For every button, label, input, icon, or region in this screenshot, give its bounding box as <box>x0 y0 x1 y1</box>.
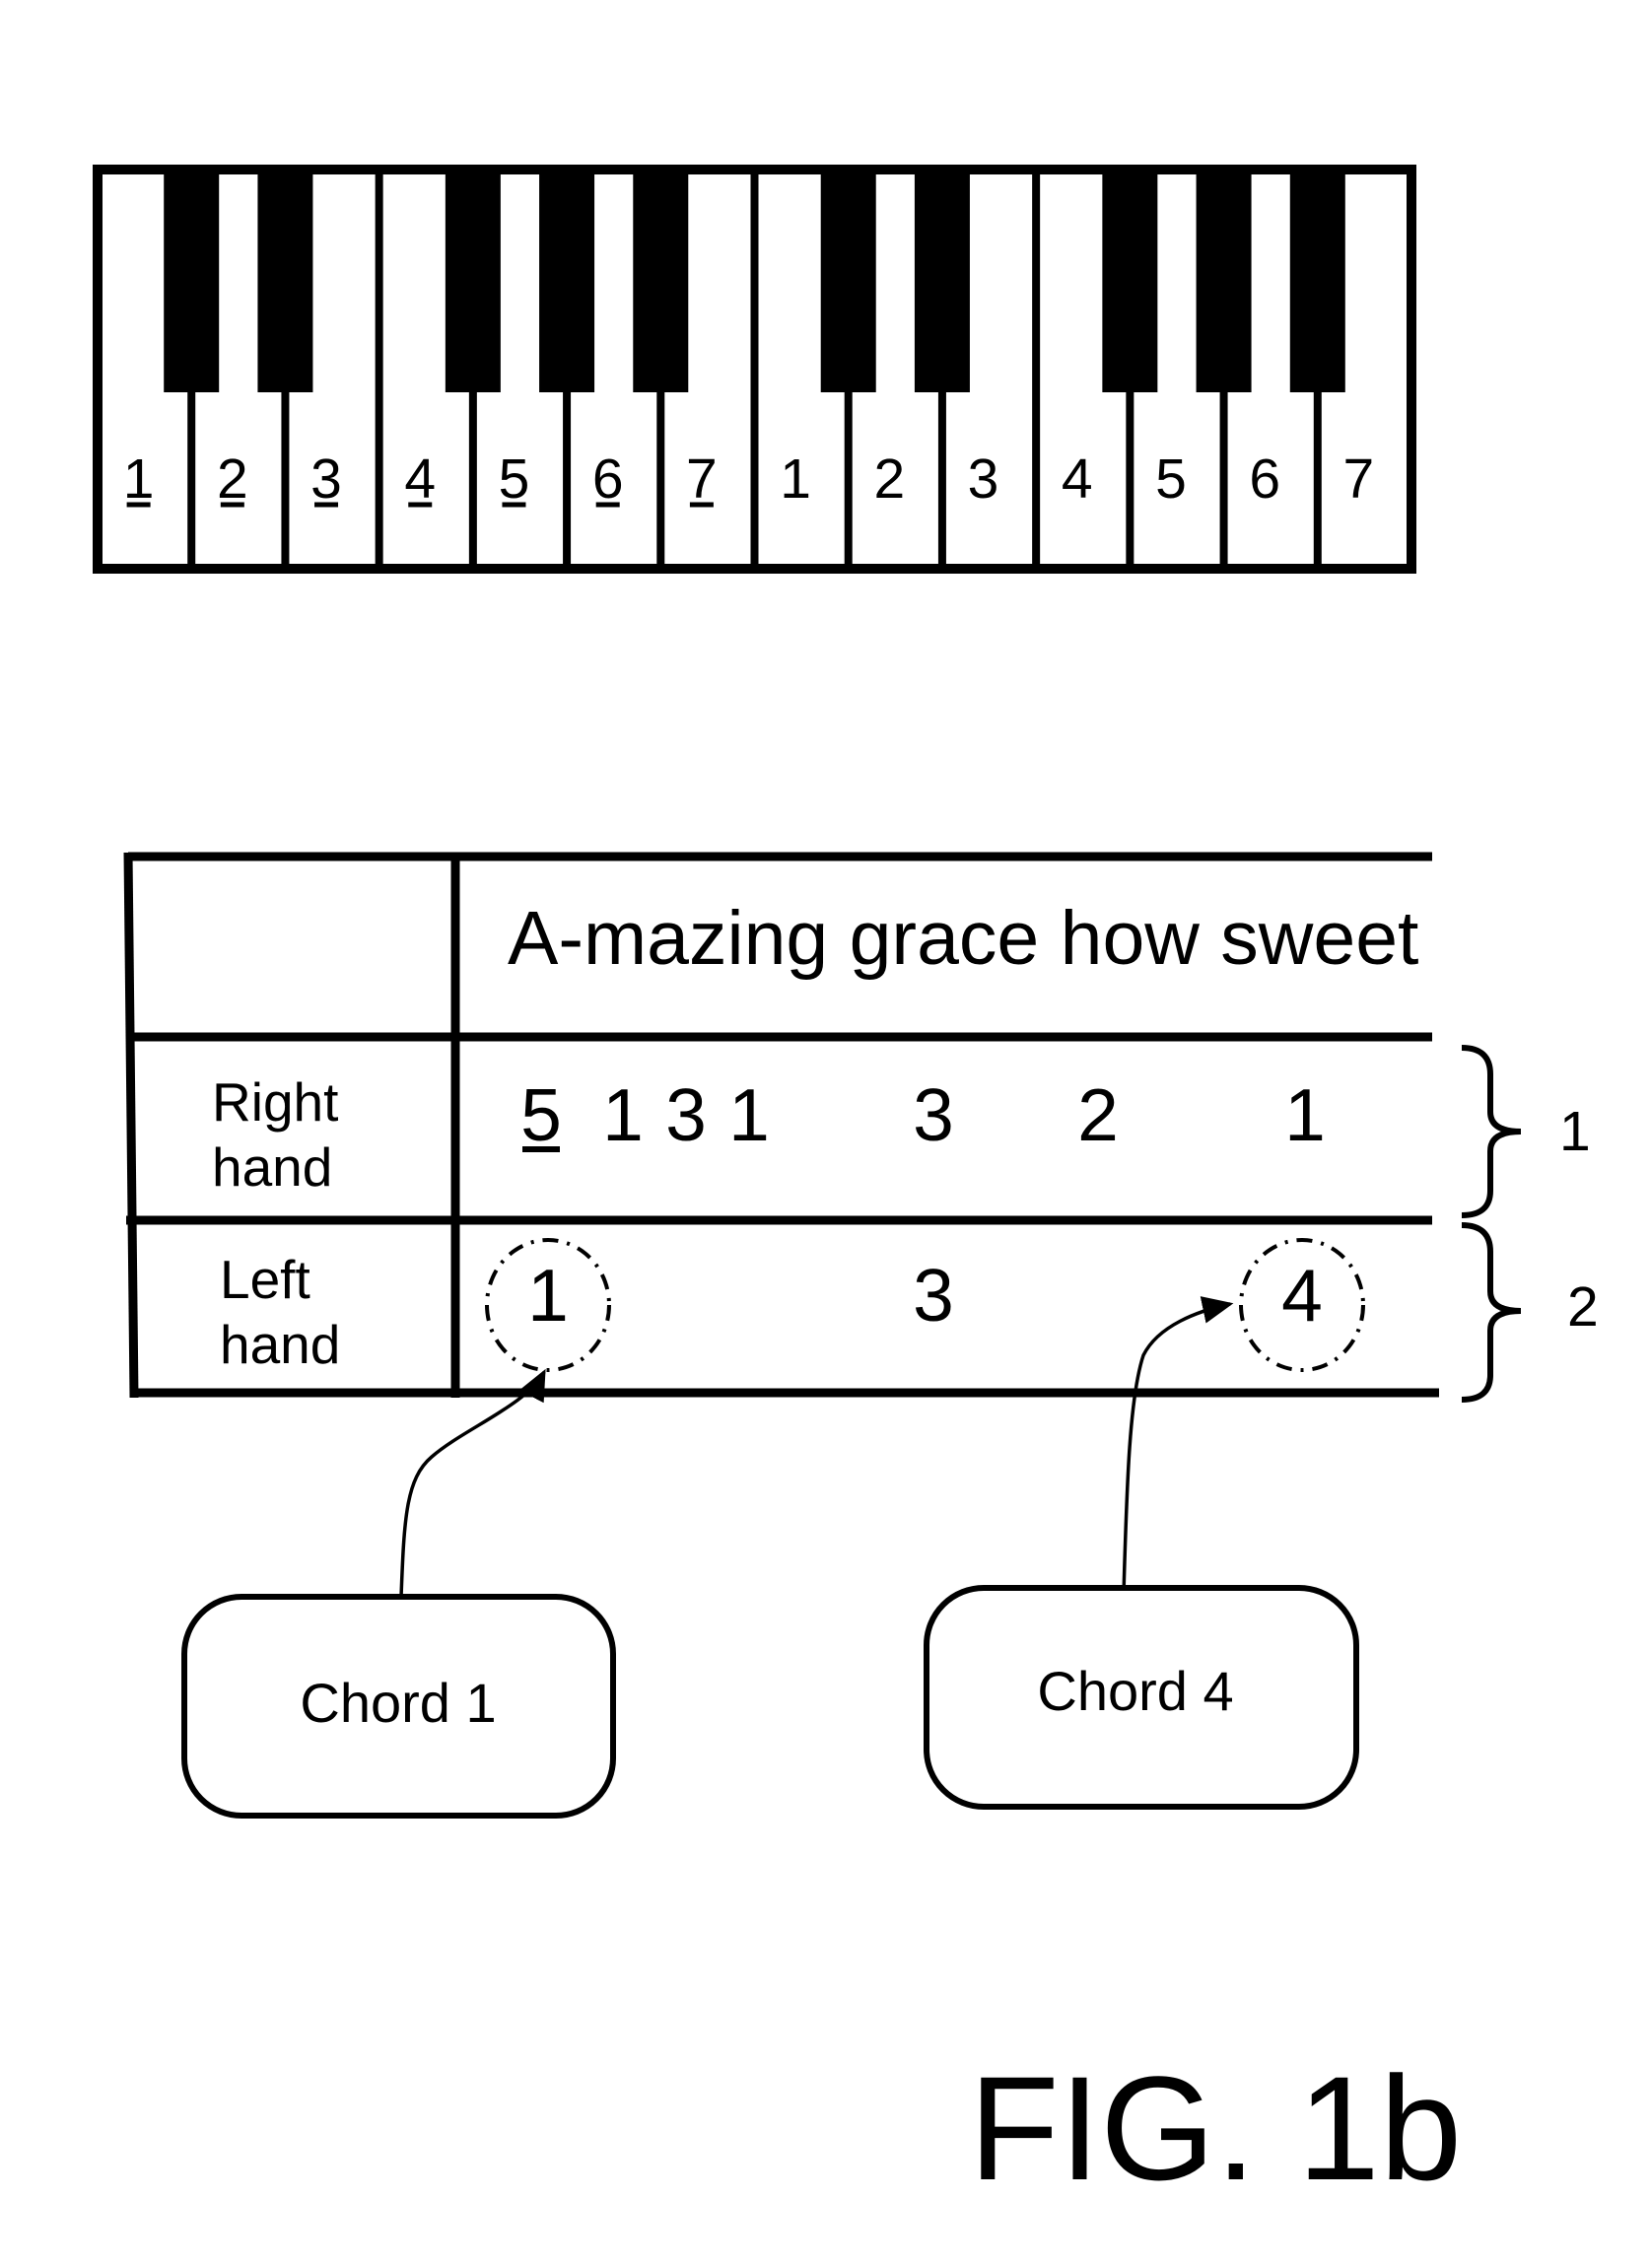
key-label: 1 <box>780 447 811 511</box>
left-hand-notes: 1 3 4 <box>485 1238 1365 1372</box>
right-hand-note: 2 <box>1077 1073 1119 1156</box>
brace-label-1: 1 <box>1559 1100 1591 1163</box>
arrow-chord-1 <box>399 1368 546 1598</box>
right-hand-note: 1 <box>1284 1073 1326 1156</box>
key-label: 2 <box>873 447 905 511</box>
figure-label: FIG. 1b <box>969 2045 1462 2211</box>
right-hand-label-line1: Right <box>212 1071 338 1133</box>
table-left-border <box>123 852 139 1399</box>
key-label: 5 <box>1155 447 1187 511</box>
key-label: 7 <box>686 447 718 511</box>
song-table: A-mazing grace how sweet Right hand Left… <box>123 852 1439 1399</box>
key-label: 6 <box>592 447 624 511</box>
key-label: 4 <box>1062 447 1093 511</box>
left-hand-label-line1: Left <box>220 1249 310 1310</box>
key-label: 3 <box>968 447 999 511</box>
lyrics-text: A-mazing grace how sweet <box>508 896 1418 981</box>
black-key <box>633 170 689 392</box>
chord-1-box: Chord 1 <box>181 1594 616 1819</box>
black-key <box>914 170 970 392</box>
chord-4-box: Chord 4 <box>924 1585 1359 1810</box>
figure-canvas: 12345671234567 A-mazing grace how sweet … <box>93 165 1599 2211</box>
key-label: 3 <box>310 447 342 511</box>
right-hand-note: 3 <box>913 1073 954 1156</box>
right-hand-notes: 5131321 <box>520 1073 1326 1156</box>
right-hand-label-line2: hand <box>212 1136 332 1198</box>
chord-4-label: Chord 4 <box>1037 1660 1233 1722</box>
right-hand-note: 1 <box>728 1073 770 1156</box>
key-label: 5 <box>499 447 530 511</box>
brace-right-hand <box>1461 1045 1522 1218</box>
right-hand-note: 1 <box>602 1073 644 1156</box>
black-key <box>257 170 313 392</box>
black-key <box>1196 170 1252 392</box>
black-key <box>820 170 876 392</box>
left-hand-note: 1 <box>527 1254 569 1337</box>
left-hand-note: 3 <box>913 1254 954 1337</box>
black-key <box>539 170 595 392</box>
right-hand-note: 5 <box>520 1073 562 1156</box>
left-hand-note: 4 <box>1281 1254 1323 1337</box>
right-hand-note: 3 <box>665 1073 707 1156</box>
left-hand-label-line2: hand <box>220 1314 340 1375</box>
key-label: 2 <box>217 447 248 511</box>
chord-1-label: Chord 1 <box>300 1672 496 1734</box>
piano-keyboard: 12345671234567 <box>93 165 1416 574</box>
key-label: 7 <box>1343 447 1375 511</box>
key-label: 6 <box>1249 447 1280 511</box>
key-label: 1 <box>123 447 155 511</box>
arrow-chord-4 <box>1122 1296 1234 1595</box>
black-key <box>1289 170 1345 392</box>
brace-left-hand <box>1461 1222 1522 1403</box>
black-key <box>445 170 501 392</box>
black-key <box>1102 170 1158 392</box>
key-label: 4 <box>404 447 436 511</box>
brace-label-2: 2 <box>1567 1275 1599 1339</box>
black-key <box>164 170 220 392</box>
